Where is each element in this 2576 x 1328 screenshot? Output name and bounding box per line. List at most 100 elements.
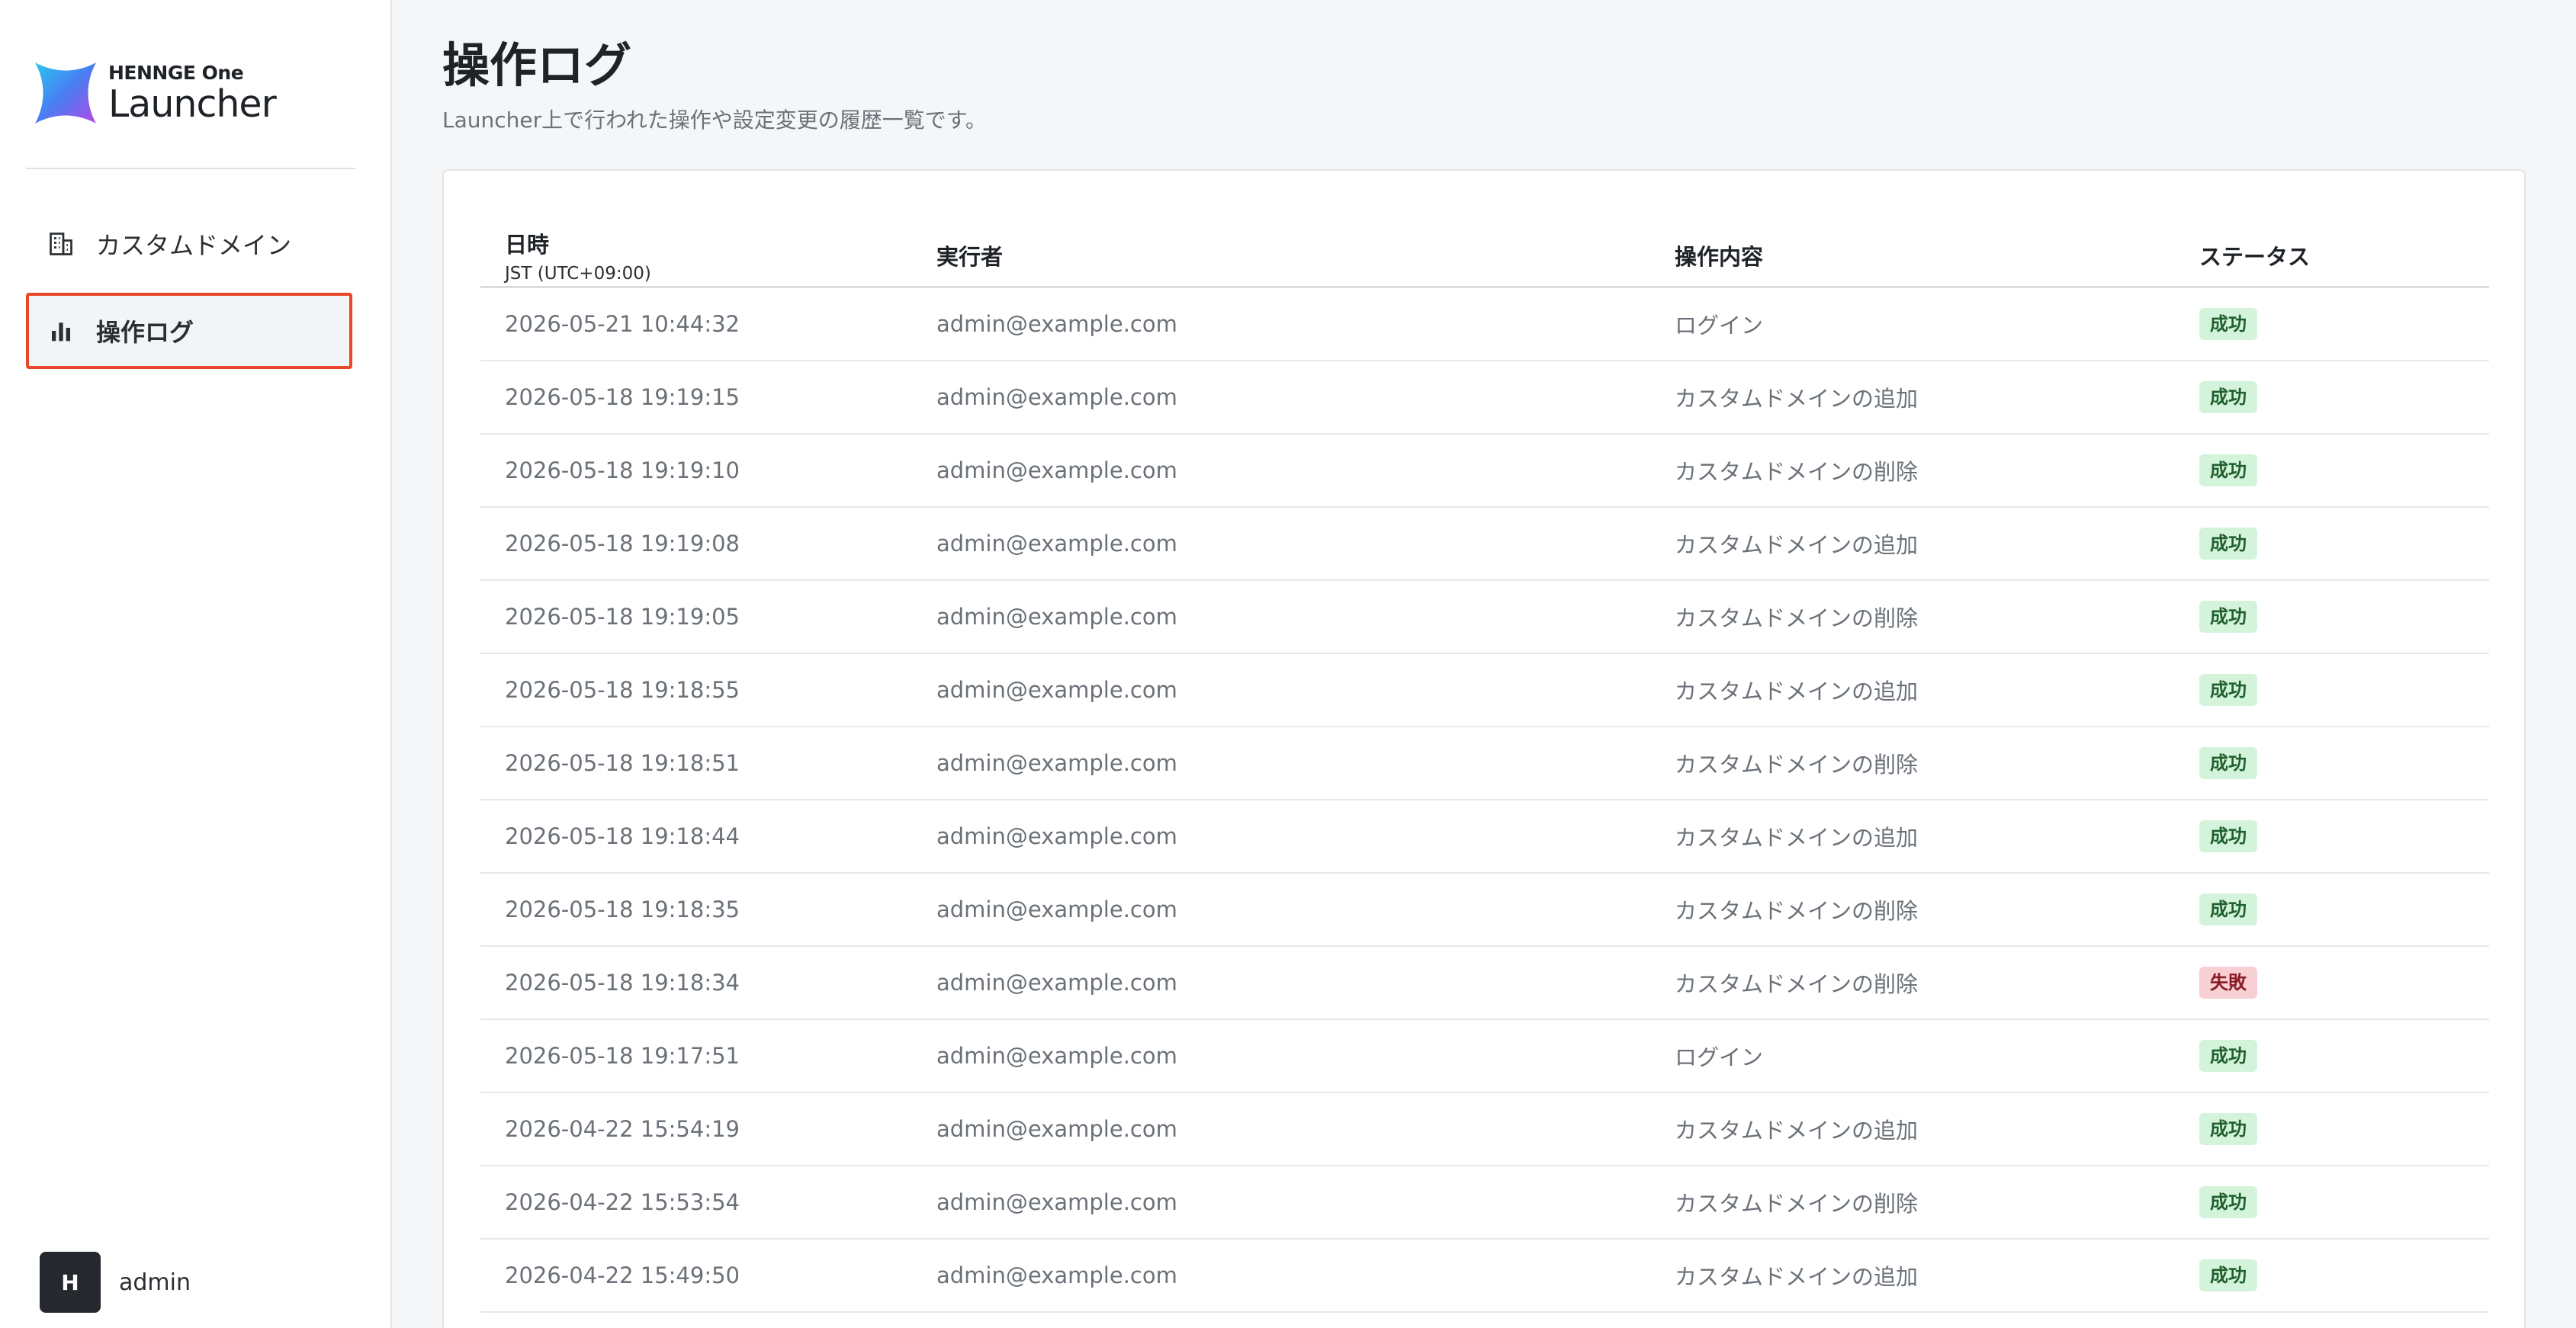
cell-status: 成功 xyxy=(2199,307,2489,341)
status-badge: 成功 xyxy=(2199,893,2257,926)
brand-company: HENNGE One xyxy=(108,62,244,84)
app-root: HENNGE One Launcher カスタムドメイン 操作ログ H admi… xyxy=(0,0,2576,1328)
cell-actor: admin@example.com xyxy=(936,750,1177,776)
cell-status: 成功 xyxy=(2199,527,2489,560)
cell-actor: admin@example.com xyxy=(936,531,1177,557)
cell-status: 成功 xyxy=(2199,600,2489,634)
cell-operation: カスタムドメインの追加 xyxy=(1675,1264,1919,1290)
cell-operation: ログイン xyxy=(1675,313,1764,338)
cell-actor: admin@example.com xyxy=(936,384,1177,410)
operation-log-table: 日時 JST (UTC+09:00) 実行者 操作内容 ステータス 2026-0… xyxy=(480,224,2489,1313)
bar-chart-icon xyxy=(46,316,76,346)
cell-operation: カスタムドメインの削除 xyxy=(1675,898,1919,924)
launcher-logo-icon xyxy=(35,63,96,123)
avatar: H xyxy=(40,1252,101,1313)
table-row: 2026-05-18 19:17:51 admin@example.com ログイン… xyxy=(480,1020,2489,1093)
cell-status: 成功 xyxy=(2199,454,2489,487)
cell-operation: カスタムドメインの追加 xyxy=(1675,532,1919,558)
sidebar-item-operation-log[interactable]: 操作ログ xyxy=(26,293,352,369)
cell-date: 2026-05-18 19:19:05 xyxy=(505,604,740,630)
table-row: 2026-05-18 19:19:08 admin@example.com カスタム… xyxy=(480,508,2489,581)
sidebar-divider xyxy=(26,168,355,169)
column-header-operation: 操作内容 xyxy=(1675,243,1764,270)
cell-actor: admin@example.com xyxy=(936,604,1177,630)
column-header-date-label: 日時 xyxy=(505,231,550,258)
status-badge: 失敗 xyxy=(2199,966,2257,999)
cell-status: 失敗 xyxy=(2199,966,2489,999)
status-badge: 成功 xyxy=(2199,454,2257,487)
cell-actor: admin@example.com xyxy=(936,1043,1177,1069)
cell-actor: admin@example.com xyxy=(936,457,1177,483)
table-header: 日時 JST (UTC+09:00) 実行者 操作内容 ステータス xyxy=(480,224,2489,288)
status-badge: 成功 xyxy=(2199,1112,2257,1146)
table-row: 2026-05-18 19:18:55 admin@example.com カスタム… xyxy=(480,654,2489,727)
status-badge: 成功 xyxy=(2199,1259,2257,1292)
cell-status: 成功 xyxy=(2199,893,2489,926)
cell-date: 2026-05-18 19:18:34 xyxy=(505,970,740,996)
cell-date: 2026-05-18 19:19:15 xyxy=(505,384,740,410)
table-row: 2026-05-18 19:19:10 admin@example.com カスタム… xyxy=(480,435,2489,508)
cell-status: 成功 xyxy=(2199,1112,2489,1146)
main-content: 操作ログ Launcher上で行われた操作や設定変更の履歴一覧です。 日時 JS… xyxy=(393,0,2576,1328)
status-badge: 成功 xyxy=(2199,820,2257,853)
brand-product: Launcher xyxy=(108,82,277,126)
table-row: 2026-05-18 19:19:15 admin@example.com カスタム… xyxy=(480,361,2489,435)
column-header-timezone: JST (UTC+09:00) xyxy=(505,263,651,284)
cell-actor: admin@example.com xyxy=(936,897,1177,922)
page-subtitle: Launcher上で行われた操作や設定変更の履歴一覧です。 xyxy=(442,107,987,133)
cell-operation: カスタムドメインの削除 xyxy=(1675,459,1919,485)
status-badge: 成功 xyxy=(2199,673,2257,707)
cell-operation: カスタムドメインの追加 xyxy=(1675,1118,1919,1144)
brand-logo[interactable]: HENNGE One Launcher xyxy=(32,59,277,127)
table-row: 2026-05-18 19:19:05 admin@example.com カスタム… xyxy=(480,581,2489,654)
cell-date: 2026-05-18 19:18:55 xyxy=(505,677,740,703)
cell-actor: admin@example.com xyxy=(936,1116,1177,1142)
cell-date: 2026-05-18 19:19:10 xyxy=(505,457,740,483)
cell-date: 2026-05-18 19:18:51 xyxy=(505,750,740,776)
cell-date: 2026-05-18 19:18:44 xyxy=(505,823,740,849)
table-row: 2026-05-18 19:18:51 admin@example.com カスタム… xyxy=(480,727,2489,800)
cell-date: 2026-05-21 10:44:32 xyxy=(505,311,740,337)
table-row: 2026-04-22 15:49:50 admin@example.com カスタム… xyxy=(480,1240,2489,1313)
table-row: 2026-05-21 10:44:32 admin@example.com ログイン… xyxy=(480,288,2489,361)
cell-operation: カスタムドメインの追加 xyxy=(1675,825,1919,851)
sidebar: HENNGE One Launcher カスタムドメイン 操作ログ H admi… xyxy=(0,0,392,1328)
cell-operation: カスタムドメインの削除 xyxy=(1675,752,1919,778)
status-badge: 成功 xyxy=(2199,527,2257,560)
page-title: 操作ログ xyxy=(442,37,632,93)
cell-date: 2026-05-18 19:19:08 xyxy=(505,531,740,557)
operation-log-card: 日時 JST (UTC+09:00) 実行者 操作内容 ステータス 2026-0… xyxy=(442,169,2526,1328)
cell-date: 2026-04-22 15:49:50 xyxy=(505,1262,740,1288)
cell-status: 成功 xyxy=(2199,673,2489,707)
table-row: 2026-05-18 19:18:35 admin@example.com カスタム… xyxy=(480,874,2489,947)
cell-actor: admin@example.com xyxy=(936,311,1177,337)
cell-operation: カスタムドメインの追加 xyxy=(1675,386,1919,412)
cell-status: 成功 xyxy=(2199,1259,2489,1292)
cell-status: 成功 xyxy=(2199,380,2489,414)
cell-operation: ログイン xyxy=(1675,1044,1764,1070)
user-name: admin xyxy=(119,1269,191,1296)
building-icon xyxy=(46,229,76,259)
cell-date: 2026-04-22 15:54:19 xyxy=(505,1116,740,1142)
table-row: 2026-04-22 15:53:54 admin@example.com カスタム… xyxy=(480,1166,2489,1240)
cell-status: 成功 xyxy=(2199,746,2489,780)
sidebar-item-custom-domain[interactable]: カスタムドメイン xyxy=(26,206,352,282)
cell-date: 2026-05-18 19:17:51 xyxy=(505,1043,740,1069)
status-badge: 成功 xyxy=(2199,380,2257,414)
cell-status: 成功 xyxy=(2199,1185,2489,1219)
cell-actor: admin@example.com xyxy=(936,823,1177,849)
cell-actor: admin@example.com xyxy=(936,1262,1177,1288)
user-menu[interactable]: H admin xyxy=(40,1252,191,1313)
table-body: 2026-05-21 10:44:32 admin@example.com ログイン… xyxy=(480,288,2489,1313)
cell-actor: admin@example.com xyxy=(936,970,1177,996)
cell-operation: カスタムドメインの追加 xyxy=(1675,678,1919,704)
cell-operation: カスタムドメインの削除 xyxy=(1675,971,1919,997)
status-badge: 成功 xyxy=(2199,600,2257,634)
cell-operation: カスタムドメインの削除 xyxy=(1675,605,1919,631)
sidebar-item-label: 操作ログ xyxy=(96,318,194,347)
cell-actor: admin@example.com xyxy=(936,1189,1177,1215)
status-badge: 成功 xyxy=(2199,1039,2257,1073)
status-badge: 成功 xyxy=(2199,746,2257,780)
cell-status: 成功 xyxy=(2199,820,2489,853)
table-row: 2026-05-18 19:18:44 admin@example.com カスタム… xyxy=(480,800,2489,874)
